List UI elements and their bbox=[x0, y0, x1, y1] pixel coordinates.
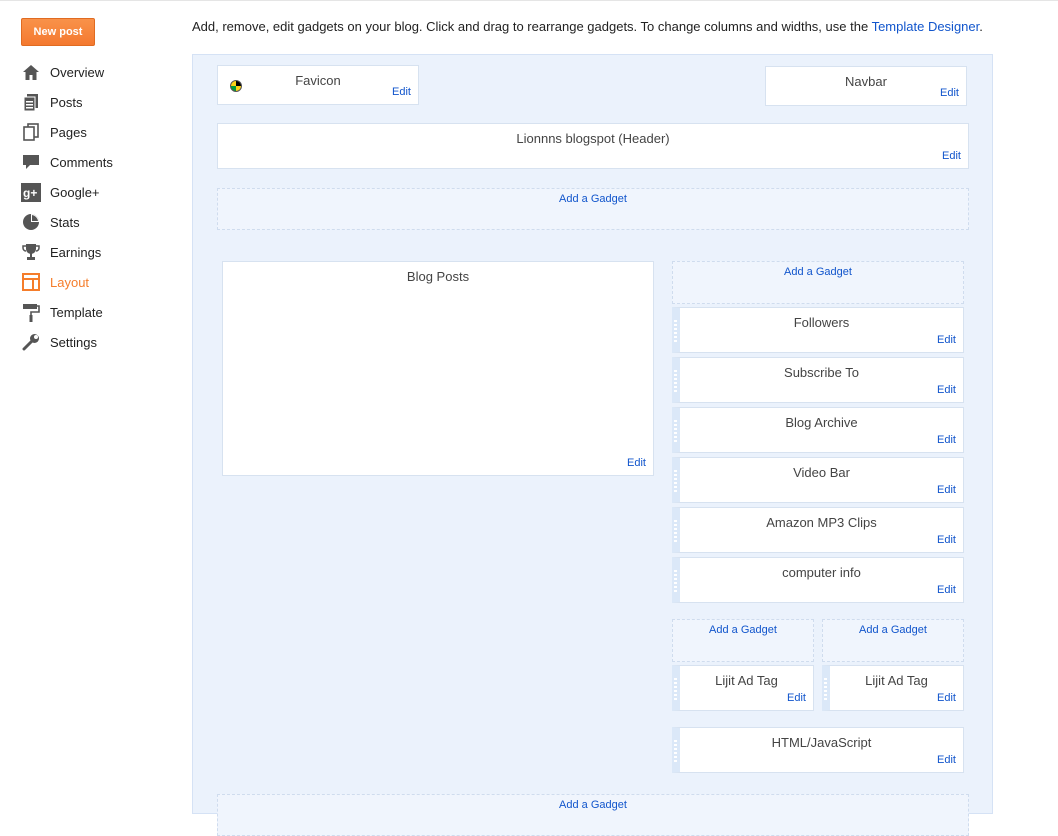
home-icon bbox=[21, 62, 41, 82]
add-gadget-link[interactable]: Add a Gadget bbox=[559, 799, 627, 811]
sidebar-item-label: Template bbox=[50, 304, 103, 320]
sidebar-item-label: Pages bbox=[50, 124, 87, 140]
add-gadget-header-area[interactable]: Add a Gadget bbox=[217, 188, 969, 230]
sidebar-item-comments[interactable]: Comments bbox=[21, 147, 113, 177]
gadget-edit-link[interactable]: Edit bbox=[937, 692, 956, 704]
gadget-title: computer info bbox=[782, 565, 861, 580]
add-gadget-link[interactable]: Add a Gadget bbox=[784, 266, 852, 278]
add-gadget-footer-area[interactable]: Add a Gadget bbox=[217, 794, 969, 836]
gadget-edit-link[interactable]: Edit bbox=[937, 434, 956, 446]
stats-icon bbox=[21, 212, 41, 232]
gadget-followers[interactable]: Followers Edit bbox=[672, 307, 964, 353]
pages-icon bbox=[21, 122, 41, 142]
sidebar-item-pages[interactable]: Pages bbox=[21, 117, 113, 147]
gadget-edit-link[interactable]: Edit bbox=[937, 384, 956, 396]
gadget-edit-link[interactable]: Edit bbox=[937, 334, 956, 346]
gadget-edit-link[interactable]: Edit bbox=[392, 86, 411, 98]
gadget-title: Favicon bbox=[295, 73, 341, 88]
sidebar-item-posts[interactable]: Posts bbox=[21, 87, 113, 117]
comments-icon bbox=[21, 152, 41, 172]
gadget-edit-link[interactable]: Edit bbox=[787, 692, 806, 704]
gadget-favicon[interactable]: Favicon Edit bbox=[217, 65, 419, 105]
add-gadget-sidebar[interactable]: Add a Gadget bbox=[672, 261, 964, 304]
gadget-lijit-ad-tag-right[interactable]: Lijit Ad Tag Edit bbox=[822, 665, 964, 711]
posts-icon bbox=[21, 92, 41, 112]
gadget-title: Amazon MP3 Clips bbox=[766, 515, 877, 530]
paint-roller-icon bbox=[21, 302, 41, 322]
gadget-title: Lijit Ad Tag bbox=[715, 673, 778, 688]
gadget-title: Navbar bbox=[845, 74, 887, 89]
gadget-title: Followers bbox=[793, 315, 850, 330]
layout-icon bbox=[21, 272, 41, 292]
add-gadget-link[interactable]: Add a Gadget bbox=[709, 624, 777, 636]
gadget-edit-link[interactable]: Edit bbox=[940, 87, 959, 99]
gadget-amazon-mp3-clips[interactable]: Amazon MP3 Clips Edit bbox=[672, 507, 964, 553]
gadget-title: Lijit Ad Tag bbox=[865, 673, 928, 688]
gadget-blog-archive[interactable]: Blog Archive Edit bbox=[672, 407, 964, 453]
gadget-title: HTML/JavaScript bbox=[771, 735, 872, 750]
gadget-video-bar[interactable]: Video Bar Edit bbox=[672, 457, 964, 503]
gadget-title: Video Bar bbox=[793, 465, 850, 480]
top-divider bbox=[0, 0, 1058, 1]
sidebar-item-label: Layout bbox=[50, 274, 90, 290]
template-designer-link[interactable]: Template Designer bbox=[872, 19, 980, 34]
sidebar-item-earnings[interactable]: Earnings bbox=[21, 237, 113, 267]
trophy-icon bbox=[21, 242, 41, 262]
gadget-edit-link[interactable]: Edit bbox=[937, 484, 956, 496]
gadget-lijit-ad-tag-left[interactable]: Lijit Ad Tag Edit bbox=[672, 665, 814, 711]
gadget-edit-link[interactable]: Edit bbox=[942, 150, 961, 162]
sidebar-item-label: Stats bbox=[50, 214, 80, 230]
sidebar-item-template[interactable]: Template bbox=[21, 297, 113, 327]
sidebar-item-label: Settings bbox=[50, 334, 97, 350]
gadget-computer-info[interactable]: computer info Edit bbox=[672, 557, 964, 603]
gadget-title: Blog Posts bbox=[406, 269, 470, 284]
sidebar-item-stats[interactable]: Stats bbox=[21, 207, 113, 237]
gadget-header[interactable]: Lionnns blogspot (Header) Edit bbox=[217, 123, 969, 169]
add-gadget-link[interactable]: Add a Gadget bbox=[859, 624, 927, 636]
sidebar-item-label: Posts bbox=[50, 94, 83, 110]
gadget-title: Subscribe To bbox=[784, 365, 859, 380]
sidebar-item-settings[interactable]: Settings bbox=[21, 327, 113, 357]
new-post-button[interactable]: New post bbox=[21, 18, 95, 46]
layout-instructions: Add, remove, edit gadgets on your blog. … bbox=[192, 19, 983, 34]
sidebar-item-layout[interactable]: Layout bbox=[21, 267, 113, 297]
gadget-edit-link[interactable]: Edit bbox=[937, 584, 956, 596]
sidebar-item-google-plus[interactable]: g+ Google+ bbox=[21, 177, 113, 207]
intro-text: Add, remove, edit gadgets on your blog. … bbox=[192, 19, 869, 34]
sidebar-item-overview[interactable]: Overview bbox=[21, 57, 113, 87]
add-gadget-link[interactable]: Add a Gadget bbox=[559, 193, 627, 205]
sidebar-item-label: Earnings bbox=[50, 244, 102, 260]
gadget-blog-posts[interactable]: Blog Posts Edit bbox=[222, 261, 654, 476]
gadget-edit-link[interactable]: Edit bbox=[627, 457, 646, 469]
gadget-edit-link[interactable]: Edit bbox=[937, 534, 956, 546]
sidebar-item-label: Google+ bbox=[50, 184, 100, 200]
gadget-title: Blog Archive bbox=[785, 415, 858, 430]
gadget-edit-link[interactable]: Edit bbox=[937, 754, 956, 766]
layout-canvas: Favicon Edit Navbar Edit Lionnns blogspo… bbox=[192, 54, 993, 836]
add-gadget-right-column[interactable]: Add a Gadget bbox=[822, 619, 964, 662]
sidebar-nav: Overview Posts Pages Comments g+ Google+… bbox=[21, 57, 113, 357]
sidebar-item-label: Overview bbox=[50, 64, 105, 80]
gadget-subscribe-to[interactable]: Subscribe To Edit bbox=[672, 357, 964, 403]
sidebar-item-label: Comments bbox=[50, 154, 113, 170]
gadget-navbar[interactable]: Navbar Edit bbox=[765, 66, 967, 106]
svg-text:g+: g+ bbox=[23, 186, 37, 200]
gadget-html-javascript[interactable]: HTML/JavaScript Edit bbox=[672, 727, 964, 773]
google-plus-icon: g+ bbox=[21, 182, 41, 202]
add-gadget-left-column[interactable]: Add a Gadget bbox=[672, 619, 814, 662]
wrench-icon bbox=[21, 332, 41, 352]
gadget-title: Lionnns blogspot (Header) bbox=[516, 131, 670, 146]
intro-period: . bbox=[979, 19, 983, 34]
